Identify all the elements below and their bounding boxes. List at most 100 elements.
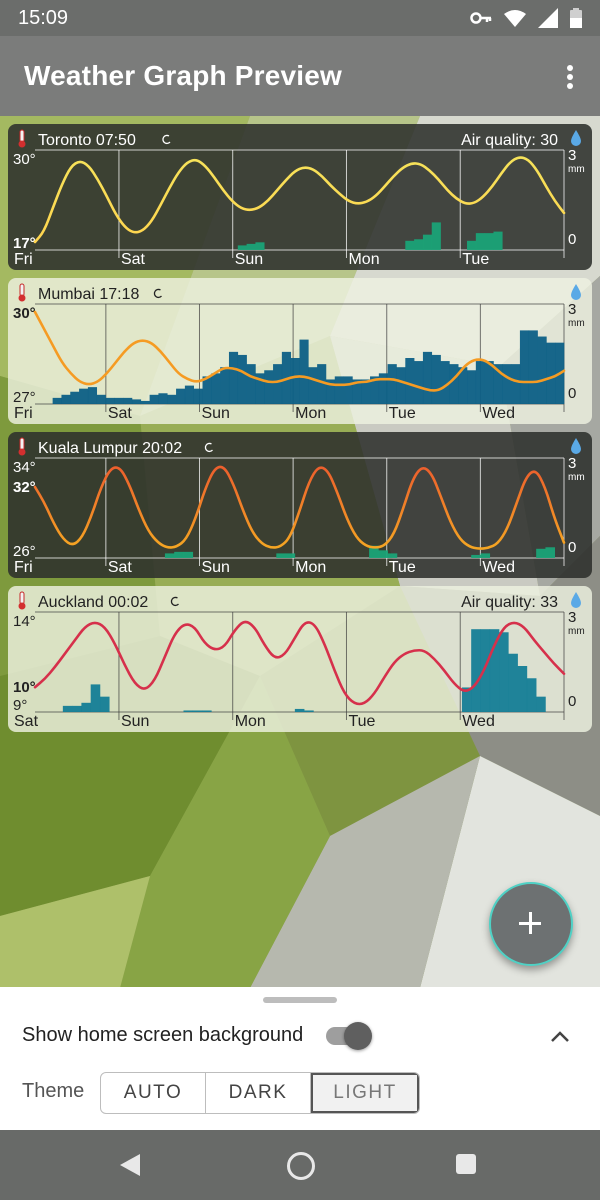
thermometer-icon (18, 129, 26, 148)
add-widget-button[interactable] (489, 882, 573, 966)
precip-bar (99, 696, 110, 712)
precip-bar (387, 553, 398, 558)
precip-bar (228, 351, 239, 404)
theme-dark-button[interactable]: DARK (206, 1073, 311, 1113)
show-background-toggle[interactable] (326, 1021, 372, 1051)
day-label: Sat (14, 713, 39, 730)
precip-bar (105, 397, 115, 404)
precip-bar (431, 222, 441, 250)
theme-auto-button[interactable]: AUTO (101, 1073, 206, 1113)
home-icon[interactable] (287, 1152, 315, 1180)
back-icon[interactable] (120, 1154, 140, 1176)
weather-graph: Auckland 00:02 Air quality: 33 Sat Sun Mon Tu… (13, 591, 585, 730)
status-bar: 15:09 (0, 0, 600, 36)
precip-bar (528, 330, 538, 404)
precip-bar (484, 233, 494, 250)
precip-bar (87, 387, 98, 404)
precip-bar (536, 696, 546, 712)
precip-bar (334, 376, 344, 404)
day-label: Sat (121, 251, 146, 268)
day-label: Wed (482, 405, 515, 422)
settings-sheet: Show home screen background Theme AUTO D… (0, 987, 600, 1130)
precip-bar (276, 553, 286, 558)
day-label: Sun (201, 405, 229, 422)
sheet-drag-handle[interactable] (263, 997, 337, 1003)
day-label: Fri (14, 405, 33, 422)
precip-bar (449, 364, 459, 404)
precip-bar (255, 242, 265, 250)
chevron-up-icon[interactable] (548, 1025, 572, 1049)
precip-bar (246, 364, 256, 404)
temp-max-label: 30° (13, 305, 36, 322)
precip-bar (220, 367, 230, 404)
precip-bar (294, 708, 305, 712)
precip-bar (471, 629, 481, 712)
precip-bar (62, 705, 73, 712)
precip-bar (537, 336, 547, 404)
day-label: Mon (295, 559, 326, 576)
precip-bar (299, 339, 309, 404)
precip-bar (511, 364, 521, 404)
precip-bar (304, 710, 314, 712)
recent-apps-icon[interactable] (456, 1154, 476, 1174)
vpn-key-icon (470, 12, 492, 24)
signal-icon (538, 8, 558, 28)
temp-max-label: 14° (13, 613, 36, 630)
show-background-label: Show home screen background (22, 1024, 304, 1046)
weather-widget-toronto[interactable]: Toronto 07:50 Air quality: 30 Fri Sat Sun Mon… (8, 124, 592, 270)
precip-bar (480, 553, 491, 558)
precip-bar (471, 554, 481, 558)
water-drop-icon (571, 284, 581, 300)
precip-bar (174, 551, 184, 558)
precip-unit-label: mm (568, 164, 585, 175)
precip-bar (193, 388, 203, 404)
refresh-icon (204, 442, 213, 453)
temp-min-label: 9° (13, 697, 27, 714)
thermometer-icon (18, 283, 26, 302)
battery-icon (570, 8, 582, 28)
overflow-menu-icon[interactable] (558, 62, 582, 92)
precip-bar (519, 330, 530, 404)
day-label: Fri (14, 251, 33, 268)
precip-max-label: 3 (568, 147, 576, 164)
precip-min-label: 0 (568, 539, 576, 556)
precip-bar (70, 391, 80, 404)
day-label: Wed (462, 713, 495, 730)
temperature-line (33, 465, 566, 550)
day-label: Tue (462, 251, 489, 268)
precip-bar (467, 370, 477, 404)
weather-widget-mumbai[interactable]: Mumbai 17:18 Fri Sat Sun Mon Tue Wed 30° 27° 3 mm 0 (8, 278, 592, 424)
air-quality-label: Air quality: 30 (461, 132, 558, 149)
precip-bar (431, 354, 441, 404)
precip-bar (61, 394, 71, 404)
weather-widget-auckland[interactable]: Auckland 00:02 Air quality: 33 Sat Sun Mon Tu… (8, 586, 592, 732)
precip-bar (343, 376, 353, 404)
theme-light-button[interactable]: LIGHT (311, 1073, 419, 1113)
precip-bar (467, 240, 477, 250)
precip-bar (414, 239, 424, 250)
precip-bar (192, 710, 203, 712)
day-label: Tue (348, 713, 375, 730)
precip-bar (140, 400, 150, 404)
precip-bar (264, 370, 274, 404)
temp-max-label: 30° (13, 151, 36, 168)
precip-bar (211, 373, 221, 404)
precip-bar (414, 361, 424, 404)
temp-min-label: 26° (13, 543, 36, 560)
day-label: Mon (295, 405, 326, 422)
precip-bar (183, 710, 194, 712)
precip-bar (546, 342, 556, 404)
precip-bar (422, 351, 433, 404)
precip-bar (499, 632, 509, 712)
precip-bar (158, 393, 168, 404)
precip-bar (90, 684, 101, 712)
precip-bar (405, 358, 415, 404)
weather-widget-kuala[interactable]: Kuala Lumpur 20:02 Fri Sat Sun Mon Tue Wed 34° 2… (8, 432, 592, 578)
temp-max-label: 34° (13, 459, 36, 476)
precip-unit-label: mm (568, 472, 585, 483)
precip-bar (517, 666, 528, 712)
precip-bar (202, 710, 212, 712)
wifi-icon (504, 10, 526, 27)
precip-bar (484, 361, 494, 404)
precip-bar (475, 361, 485, 404)
